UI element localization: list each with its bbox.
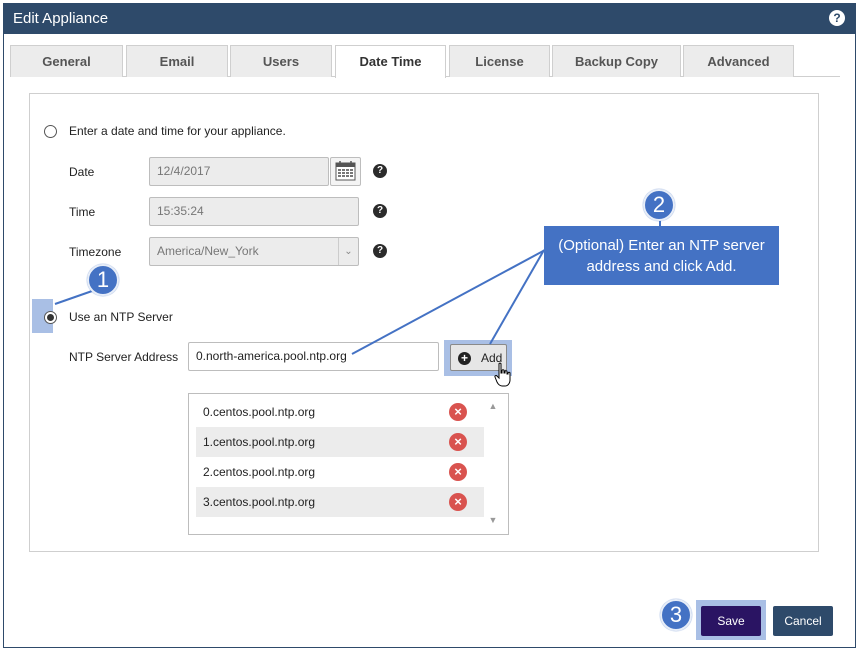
- tab-bar: General Email Users Date Time License Ba…: [10, 45, 840, 78]
- tab-backup-copy[interactable]: Backup Copy: [552, 45, 681, 77]
- save-button[interactable]: Save: [701, 606, 761, 636]
- ntp-server-name: 2.centos.pool.ntp.org: [203, 465, 316, 479]
- ntp-server-radio[interactable]: [44, 311, 57, 324]
- dialog-title: Edit Appliance: [13, 10, 109, 27]
- tab-users[interactable]: Users: [230, 45, 332, 77]
- timezone-select[interactable]: America/New_York ⌄: [149, 237, 359, 266]
- help-icon[interactable]: ?: [829, 10, 845, 26]
- tab-advanced[interactable]: Advanced: [683, 45, 794, 77]
- calendar-icon: [335, 161, 356, 181]
- calendar-button[interactable]: [330, 157, 361, 186]
- date-help-icon[interactable]: ?: [373, 164, 387, 178]
- list-item: 0.centos.pool.ntp.org ×: [196, 397, 484, 427]
- scroll-up-arrow[interactable]: ▲: [486, 400, 500, 412]
- list-item: 2.centos.pool.ntp.org ×: [196, 457, 484, 487]
- plus-icon: +: [458, 352, 471, 365]
- ntp-address-label: NTP Server Address: [69, 350, 179, 364]
- time-label: Time: [69, 205, 96, 219]
- ntp-server-name: 3.centos.pool.ntp.org: [203, 495, 316, 509]
- remove-icon[interactable]: ×: [449, 433, 467, 451]
- ntp-server-name: 1.centos.pool.ntp.org: [203, 435, 316, 449]
- cancel-button[interactable]: Cancel: [773, 606, 833, 636]
- remove-icon[interactable]: ×: [449, 403, 467, 421]
- callout-2-text: (Optional) Enter an NTP server address a…: [544, 226, 779, 285]
- time-help-icon[interactable]: ?: [373, 204, 387, 218]
- tab-license[interactable]: License: [449, 45, 550, 77]
- tab-email[interactable]: Email: [126, 45, 228, 77]
- hand-cursor-icon: [494, 362, 511, 387]
- timezone-value: America/New_York: [157, 244, 259, 258]
- callout-2: 2: [643, 189, 675, 221]
- timezone-label: Timezone: [69, 245, 122, 259]
- time-field[interactable]: 15:35:24: [149, 197, 359, 226]
- callout-3: 3: [660, 599, 692, 631]
- tab-general[interactable]: General: [10, 45, 123, 77]
- scroll-down-arrow[interactable]: ▼: [486, 514, 500, 526]
- list-item: 3.centos.pool.ntp.org ×: [196, 487, 484, 517]
- timezone-help-icon[interactable]: ?: [373, 244, 387, 258]
- callout-1: 1: [87, 264, 119, 296]
- manual-datetime-label: Enter a date and time for your appliance…: [69, 124, 286, 138]
- ntp-server-name: 0.centos.pool.ntp.org: [203, 405, 316, 419]
- dialog-titlebar: Edit Appliance ?: [4, 4, 855, 34]
- chevron-down-icon: ⌄: [338, 238, 358, 265]
- manual-datetime-radio[interactable]: [44, 125, 57, 138]
- list-item: 1.centos.pool.ntp.org ×: [196, 427, 484, 457]
- ntp-address-input[interactable]: 0.north-america.pool.ntp.org: [188, 342, 439, 371]
- remove-icon[interactable]: ×: [449, 493, 467, 511]
- ntp-server-list: 0.centos.pool.ntp.org × 1.centos.pool.nt…: [188, 393, 509, 535]
- tab-date-time[interactable]: Date Time: [335, 45, 446, 78]
- date-field[interactable]: 12/4/2017: [149, 157, 329, 186]
- ntp-server-label: Use an NTP Server: [69, 310, 173, 324]
- date-label: Date: [69, 165, 95, 179]
- remove-icon[interactable]: ×: [449, 463, 467, 481]
